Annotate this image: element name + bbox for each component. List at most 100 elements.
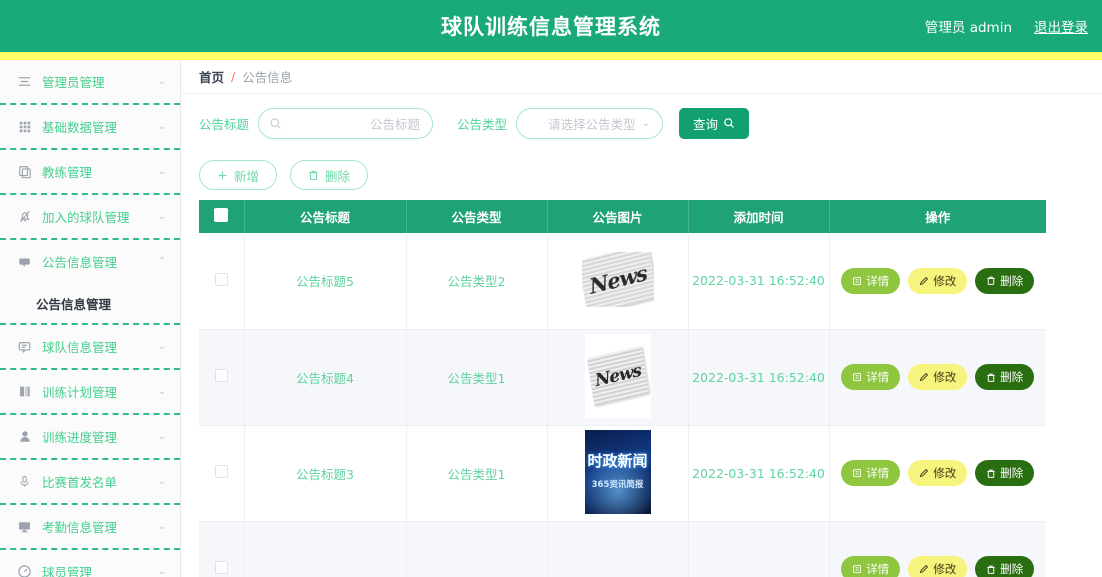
row-edit-button[interactable]: 修改 xyxy=(908,556,968,577)
list-icon xyxy=(16,73,33,90)
sidebar-item-6[interactable]: 球队信息管理 ⌄ xyxy=(0,325,180,368)
row-select-cell[interactable] xyxy=(199,233,245,330)
cell-image: News xyxy=(547,233,689,330)
sidebar-item-10[interactable]: 考勤信息管理 ⌄ xyxy=(0,505,180,548)
breadcrumb-home[interactable]: 首页 xyxy=(199,67,224,86)
sidebar-item-label: 公告信息管理 xyxy=(42,255,118,270)
cell-operations: 详情 修改 删除 xyxy=(829,425,1046,522)
table-row: 详情 修改 删除 xyxy=(199,521,1046,577)
announcement-image[interactable]: News xyxy=(584,333,651,418)
accent-stripe xyxy=(0,52,1102,60)
sidebar-item-9[interactable]: 比赛首发名单 ⌄ xyxy=(0,460,180,503)
row-action-group: 详情 修改 删除 xyxy=(830,267,1047,294)
sidebar-item-label: 教练管理 xyxy=(42,165,93,180)
type-select-placeholder: 请选择公告类型 xyxy=(548,116,636,132)
row-select-cell[interactable] xyxy=(199,329,245,426)
sidebar-item-label: 管理员管理 xyxy=(42,75,105,90)
sidebar-item-7[interactable]: 训练计划管理 ⌄ xyxy=(0,370,180,413)
row-edit-button[interactable]: 修改 xyxy=(908,364,968,390)
cell-type: 公告类型1 xyxy=(406,425,548,522)
search-input[interactable]: 公告标题 xyxy=(258,107,434,139)
sidebar-item-label: 训练进度管理 xyxy=(42,430,118,445)
row-delete-label: 删除 xyxy=(1000,273,1024,288)
row-checkbox[interactable] xyxy=(214,561,228,574)
column-header-type: 公告类型 xyxy=(406,200,548,233)
announcement-image[interactable]: News xyxy=(581,251,654,307)
sidebar-item-5[interactable]: 公告信息管理 ⌃ xyxy=(0,240,180,283)
announcement-image[interactable]: 时政新闻 365资讯简报 xyxy=(584,429,651,514)
row-delete-label: 删除 xyxy=(1000,370,1024,384)
chevron-down-icon: ⌄ xyxy=(157,431,166,442)
bell-off-icon xyxy=(16,208,33,225)
search-icon xyxy=(723,117,735,129)
chevron-down-icon: ⌄ xyxy=(157,386,166,397)
logout-link[interactable]: 退出登录 xyxy=(1034,16,1088,36)
table-row: 公告标题3 公告类型1 时政新闻 365资讯简报 2022-03-31 16:52:40… xyxy=(199,425,1046,522)
row-edit-label: 修改 xyxy=(933,562,957,576)
cell-time: 2022-03-31 16:52:40 xyxy=(688,329,830,426)
row-detail-button[interactable]: 详情 xyxy=(841,460,901,486)
row-edit-button[interactable]: 修改 xyxy=(908,267,968,294)
row-checkbox[interactable] xyxy=(214,272,228,286)
header-user-area: 管理员 admin 退出登录 xyxy=(925,0,1088,52)
table-row: 公告标题5 公告类型2 News 2022-03-31 16:52:40 详情 修改 删除 xyxy=(199,233,1047,330)
gauge-icon xyxy=(16,563,33,577)
table-header-row: 公告标题 公告类型 公告图片 添加时间 操作 xyxy=(199,200,1046,233)
sidebar-item-3[interactable]: 教练管理 ⌄ xyxy=(0,150,180,193)
row-detail-button[interactable]: 详情 xyxy=(841,364,901,390)
row-select-cell[interactable] xyxy=(199,521,245,577)
cell-title: 公告标题3 xyxy=(244,425,407,522)
query-button[interactable]: 查询 xyxy=(679,107,750,139)
row-delete-button[interactable]: 删除 xyxy=(975,364,1035,390)
row-action-group: 详情 修改 删除 xyxy=(830,364,1047,390)
sidebar-item-11[interactable]: 球员管理 ⌄ xyxy=(0,550,180,577)
row-select-cell[interactable] xyxy=(199,425,245,522)
row-delete-button[interactable]: 删除 xyxy=(975,267,1035,294)
sidebar-item-label: 加入的球队管理 xyxy=(42,210,130,225)
cell-type xyxy=(406,521,548,577)
action-toolbar: 新增 删除 xyxy=(199,152,1085,198)
column-header-time: 添加时间 xyxy=(688,200,830,233)
sidebar-item-1[interactable]: 管理员管理 ⌄ xyxy=(0,60,180,103)
trash-icon xyxy=(986,372,996,383)
main-content: 首页 / 公告信息 公告标题 公告标题 公告类型 请选择公告类型 ⌄ 查询 新增… xyxy=(182,60,1102,577)
cell-type: 公告类型2 xyxy=(406,233,548,330)
sidebar-item-2[interactable]: 基础数据管理 ⌄ xyxy=(0,105,180,148)
chevron-down-icon: ⌄ xyxy=(157,166,166,177)
add-button[interactable]: 新增 xyxy=(199,160,278,190)
chevron-down-icon: ⌄ xyxy=(157,121,166,132)
chevron-down-icon: ⌄ xyxy=(157,521,166,532)
row-edit-label: 修改 xyxy=(933,273,957,288)
query-button-label: 查询 xyxy=(693,116,719,132)
chevron-down-icon: ⌄ xyxy=(157,476,166,487)
delete-button[interactable]: 删除 xyxy=(290,160,369,190)
row-checkbox[interactable] xyxy=(214,465,228,478)
row-checkbox[interactable] xyxy=(214,369,228,382)
chevron-down-icon: ⌄ xyxy=(157,566,166,577)
sidebar-item-8[interactable]: 训练进度管理 ⌄ xyxy=(0,415,180,458)
sidebar-submenu-item-announcements[interactable]: 公告信息管理 xyxy=(0,283,180,323)
pencil-icon xyxy=(919,468,929,478)
row-detail-label: 详情 xyxy=(866,273,890,288)
copy-icon xyxy=(16,163,33,180)
row-detail-button[interactable]: 详情 xyxy=(841,267,901,294)
type-select[interactable]: 请选择公告类型 ⌄ xyxy=(516,107,664,139)
trash-icon xyxy=(308,169,319,181)
data-table-wrapper: 公告标题 公告类型 公告图片 添加时间 操作 公告标题5 公告类型2 News 202… xyxy=(199,200,1085,577)
sidebar-item-4[interactable]: 加入的球队管理 ⌄ xyxy=(0,195,180,238)
cell-time xyxy=(688,521,830,577)
sidebar-item-label: 球队信息管理 xyxy=(42,340,118,355)
grid-icon xyxy=(16,118,33,135)
current-user-label: 管理员 admin xyxy=(924,20,1012,36)
row-delete-button[interactable]: 删除 xyxy=(975,460,1035,486)
announcements-table: 公告标题 公告类型 公告图片 添加时间 操作 公告标题5 公告类型2 News 202… xyxy=(199,200,1046,577)
comment-icon xyxy=(16,338,33,355)
row-delete-button[interactable]: 删除 xyxy=(975,556,1035,577)
monitor-icon xyxy=(16,518,33,535)
select-all-header[interactable] xyxy=(199,200,245,233)
delete-button-label: 删除 xyxy=(325,168,351,184)
select-all-checkbox[interactable] xyxy=(214,208,229,222)
row-detail-button[interactable]: 详情 xyxy=(841,556,901,577)
row-edit-button[interactable]: 修改 xyxy=(908,460,968,486)
app-header: 球队训练信息管理系统 管理员 admin 退出登录 xyxy=(0,0,1102,52)
